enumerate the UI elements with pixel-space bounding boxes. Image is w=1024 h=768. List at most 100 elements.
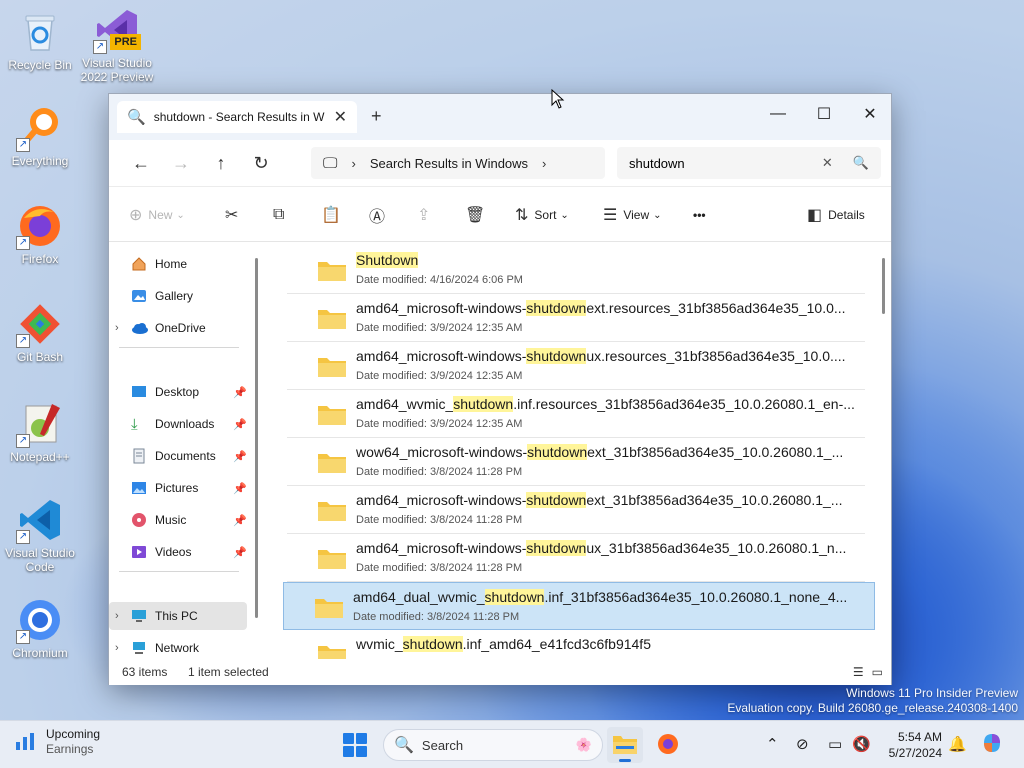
file-row[interactable]: amd64_microsoft-windows-shutdownext_31bf… bbox=[287, 486, 865, 534]
delete-button[interactable]: 🗑 bbox=[465, 201, 491, 229]
new-tab-button[interactable]: + bbox=[371, 106, 382, 127]
close-tab-icon[interactable]: ✕ bbox=[334, 107, 347, 127]
more-options-button[interactable]: ••• bbox=[693, 201, 706, 229]
nav-item-network[interactable]: › Network bbox=[109, 634, 247, 662]
chevron-right-icon[interactable]: › bbox=[542, 156, 546, 171]
forward-button[interactable]: → bbox=[161, 153, 201, 174]
close-window-button[interactable]: ✕ bbox=[847, 100, 893, 128]
file-name-suffix: ext_31bf3856ad364e35_10.0.26080.1_... bbox=[586, 492, 843, 508]
show-hidden-icons-chevron-icon[interactable]: ⌃ bbox=[766, 735, 779, 753]
view-list-icon: ☰ bbox=[603, 207, 618, 224]
file-row[interactable]: amd64_microsoft-windows-shutdownux.resou… bbox=[287, 342, 865, 390]
nav-item-music[interactable]: Music 📌 bbox=[109, 506, 247, 534]
nav-label: Videos bbox=[155, 545, 192, 559]
desktop-icon-everything[interactable]: ↗ Everything bbox=[0, 104, 80, 168]
taskbar-firefox[interactable] bbox=[650, 727, 686, 763]
computer-icon bbox=[131, 608, 149, 624]
desktop-icon-firefox[interactable]: ↗ Firefox bbox=[0, 202, 80, 266]
breadcrumb[interactable]: 🖵 › Search Results in Windows › bbox=[311, 147, 605, 179]
details-pane-icon: ◧ bbox=[807, 207, 823, 224]
nav-item-desktop[interactable]: Desktop 📌 bbox=[109, 378, 247, 406]
file-row[interactable]: amd64_wvmic_shutdown.inf.resources_31bf3… bbox=[287, 390, 865, 438]
date-modified: Date modified: 3/8/2024 11:28 PM bbox=[353, 611, 519, 623]
chevron-down-icon: ⌄ bbox=[176, 209, 185, 221]
date-modified-label: Date modified: bbox=[356, 562, 427, 574]
taskbar-search[interactable]: 🔍 Search 🌸 bbox=[383, 729, 603, 761]
paste-icon: 📋 bbox=[321, 207, 341, 224]
clock-time: 5:54 AM bbox=[897, 730, 942, 744]
chevron-right-icon[interactable]: › bbox=[115, 610, 131, 622]
search-match-highlight: shutdown bbox=[526, 300, 587, 316]
file-name-suffix: ext.resources_31bf3856ad364e35_10.0... bbox=[586, 300, 846, 316]
chevron-right-icon[interactable]: › bbox=[115, 642, 131, 654]
display-icon[interactable]: ▭ bbox=[828, 735, 842, 753]
tab-search-results[interactable]: 🔍 shutdown - Search Results in W ✕ bbox=[117, 101, 357, 133]
minimize-button[interactable]: — bbox=[755, 100, 801, 128]
nav-item-downloads[interactable]: ⤓ Downloads 📌 bbox=[109, 410, 247, 438]
desktop-icon-visual-studio[interactable]: PRE ↗ Visual Studio 2022 Preview bbox=[77, 6, 157, 84]
notepad-plus-plus-icon: ↗ bbox=[16, 400, 64, 448]
nav-item-onedrive[interactable]: › OneDrive bbox=[109, 314, 247, 342]
desktop-icon-git-bash[interactable]: ↗ Git Bash bbox=[0, 300, 80, 364]
search-icon[interactable]: 🔍 bbox=[853, 155, 869, 171]
speaker-icon[interactable]: 🔇 bbox=[852, 735, 871, 753]
maximize-button[interactable]: ☐ bbox=[801, 100, 847, 128]
nav-label: Desktop bbox=[155, 385, 200, 399]
details-view-icon[interactable]: ☰ bbox=[853, 665, 864, 679]
back-button[interactable]: ← bbox=[121, 153, 161, 174]
notification-bell-icon[interactable]: 🔔 bbox=[948, 735, 967, 753]
shortcut-arrow-icon: ↗ bbox=[93, 40, 107, 54]
selection-count: 1 item selected bbox=[188, 665, 269, 679]
file-row[interactable]: wow64_microsoft-windows-shutdownext_31bf… bbox=[287, 438, 865, 486]
sort-button[interactable]: ⇅ Sort ⌄ bbox=[515, 201, 569, 229]
nav-item-videos[interactable]: Videos 📌 bbox=[109, 538, 247, 566]
nav-item-documents[interactable]: Documents 📌 bbox=[109, 442, 247, 470]
cut-button[interactable]: ✂ bbox=[225, 201, 244, 229]
desktop-icon-vscode[interactable]: ↗ Visual Studio Code bbox=[0, 496, 80, 574]
nav-scrollbar[interactable] bbox=[255, 258, 258, 618]
monitor-icon: 🖵 bbox=[323, 154, 338, 172]
file-name-prefix: amd64_wvmic_ bbox=[356, 396, 454, 412]
search-input[interactable] bbox=[629, 155, 822, 171]
file-list-scrollbar[interactable] bbox=[882, 258, 885, 314]
file-row[interactable]: Shutdown Date modified: 4/16/2024 6:06 PM bbox=[287, 246, 865, 294]
clear-search-icon[interactable]: ✕ bbox=[822, 155, 833, 171]
chevron-right-icon[interactable]: › bbox=[115, 322, 131, 334]
download-icon: ⤓ bbox=[131, 416, 138, 433]
new-button[interactable]: ⊕ New ⌄ bbox=[129, 201, 185, 229]
desktop-icon-recycle-bin[interactable]: Recycle Bin bbox=[0, 8, 80, 72]
refresh-button[interactable]: ↻ bbox=[241, 153, 281, 174]
taskbar-file-explorer[interactable] bbox=[607, 727, 643, 763]
details-button[interactable]: ◧ Details bbox=[807, 201, 865, 229]
copy-button[interactable]: ⧉ bbox=[273, 201, 290, 229]
visual-studio-icon: PRE ↗ bbox=[93, 6, 141, 54]
nav-item-home[interactable]: Home bbox=[109, 250, 247, 278]
share-button[interactable]: ⇪ bbox=[417, 201, 436, 229]
paste-button[interactable]: 📋 bbox=[321, 201, 347, 229]
up-button[interactable]: ↑ bbox=[201, 153, 241, 174]
desktop-icon-chromium[interactable]: ↗ Chromium bbox=[0, 596, 80, 660]
chevron-down-icon: ⌄ bbox=[560, 209, 569, 221]
chevron-right-icon: › bbox=[351, 155, 356, 171]
date-modified-label: Date modified: bbox=[356, 370, 427, 382]
desktop-icon-notepad-plus-plus[interactable]: ↗ Notepad++ bbox=[0, 400, 80, 464]
folder-icon bbox=[317, 452, 347, 474]
rename-button[interactable]: Ⓐ bbox=[369, 201, 391, 229]
tiles-view-icon[interactable]: ▭ bbox=[872, 665, 883, 679]
nav-item-gallery[interactable]: Gallery bbox=[109, 282, 247, 310]
pin-icon: 📌 bbox=[233, 450, 247, 463]
nav-item-this-pc[interactable]: › This PC bbox=[109, 602, 247, 630]
breadcrumb-location[interactable]: Search Results in Windows bbox=[370, 156, 528, 171]
copilot-icon[interactable] bbox=[980, 731, 1004, 759]
vscode-icon: ↗ bbox=[16, 496, 64, 544]
file-row[interactable]: amd64_microsoft-windows-shutdownux_31bf3… bbox=[287, 534, 865, 582]
network-disconnected-icon[interactable]: ⊘ bbox=[796, 735, 809, 753]
file-row[interactable]: amd64_microsoft-windows-shutdownext.reso… bbox=[287, 294, 865, 342]
view-button[interactable]: ☰ View ⌄ bbox=[603, 201, 662, 229]
nav-item-pictures[interactable]: Pictures 📌 bbox=[109, 474, 247, 502]
widgets-button[interactable]: Upcoming Earnings bbox=[14, 727, 100, 757]
clock[interactable]: 5:54 AM 5/27/2024 bbox=[880, 729, 942, 761]
file-row[interactable]: wvmic_shutdown.inf_amd64_e41fcd3c6fb914f… bbox=[287, 630, 865, 659]
file-row[interactable]: amd64_dual_wvmic_shutdown.inf_31bf3856ad… bbox=[283, 582, 875, 630]
start-button[interactable] bbox=[343, 733, 367, 757]
